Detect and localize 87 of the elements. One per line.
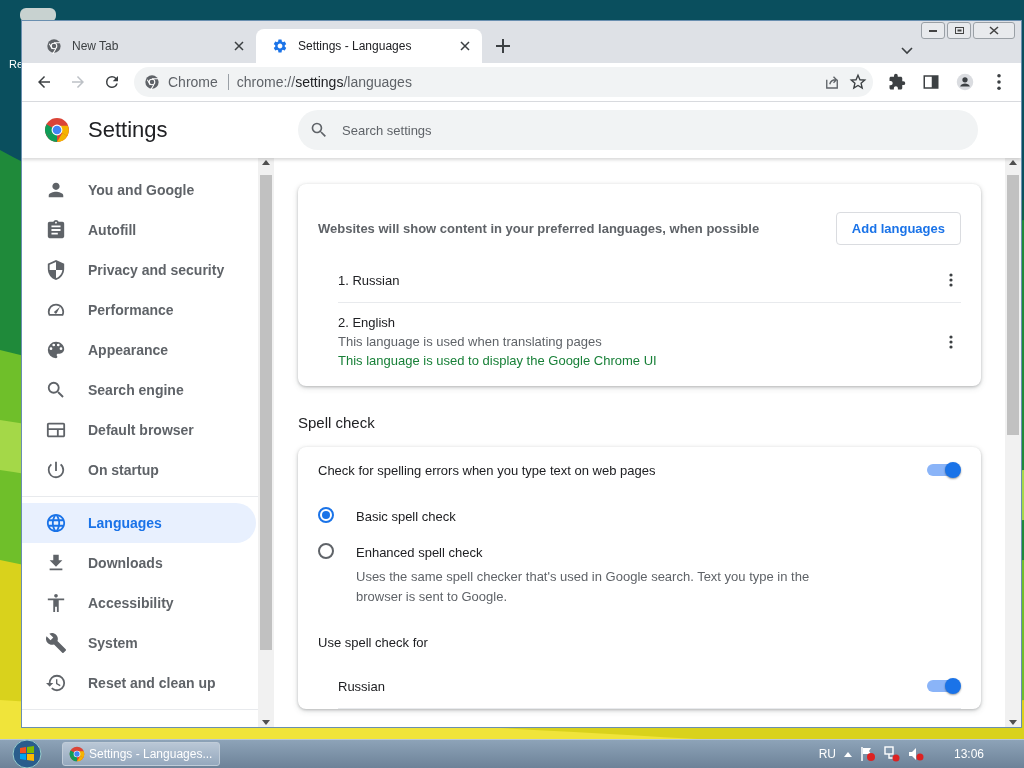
chrome-logo-icon — [69, 746, 85, 762]
scroll-up-icon[interactable] — [1009, 160, 1017, 165]
sidebar-item[interactable]: Privacy and security — [22, 250, 256, 290]
flag-icon[interactable] — [859, 746, 876, 762]
radio-button[interactable] — [318, 543, 334, 559]
maximize-icon — [952, 25, 966, 36]
chrome-logo-icon — [44, 117, 70, 143]
option-label: Basic spell check — [356, 508, 457, 526]
radio-button[interactable] — [318, 507, 334, 523]
search-icon — [46, 380, 66, 400]
accessibility-icon — [46, 593, 66, 613]
setting-label: Check for spelling errors when you type text on web pages — [318, 462, 657, 478]
clipboard-icon — [46, 220, 66, 240]
subsection-heading: Use spell check for — [317, 634, 429, 652]
menu-icon — [997, 74, 1001, 90]
close-button[interactable] — [973, 22, 1015, 39]
palette-icon — [46, 340, 66, 360]
sidebar-item[interactable]: You and Google — [22, 170, 256, 210]
caret-icon[interactable] — [901, 47, 913, 55]
maximize-button[interactable] — [947, 22, 971, 39]
chrome-logo-icon — [46, 38, 62, 54]
sidebar-item[interactable]: Reset and clean up — [22, 663, 256, 703]
power-icon — [46, 460, 66, 480]
toggle-switch[interactable] — [927, 676, 961, 696]
speaker-icon[interactable] — [907, 746, 924, 762]
sidebar-item[interactable]: System — [22, 623, 256, 663]
language-indicator[interactable]: RU — [818, 747, 836, 761]
scrollbar-thumb[interactable] — [260, 175, 272, 650]
language-name: Russian — [338, 678, 386, 694]
extensions-icon — [888, 73, 906, 91]
scroll-down-icon[interactable] — [262, 720, 270, 725]
reload-icon — [103, 73, 121, 91]
globe-icon — [46, 513, 66, 533]
add-languages-button[interactable]: Add languages — [835, 211, 961, 245]
scroll-up-icon[interactable] — [262, 160, 270, 165]
more-options-icon[interactable] — [949, 273, 953, 287]
star-icon[interactable] — [849, 73, 867, 91]
new-tab-icon[interactable] — [496, 39, 510, 53]
more-options-icon[interactable] — [949, 334, 953, 349]
sidebar-item[interactable]: Autofill — [22, 210, 256, 250]
chrome-logo-icon — [144, 74, 160, 90]
minimize-button[interactable] — [921, 22, 945, 39]
url-text: chrome://settings/languages — [236, 74, 413, 90]
scrollbar[interactable] — [1005, 158, 1021, 727]
clock[interactable]: 13:06 — [953, 747, 984, 761]
language-note: This language is used to display the Google Chrome UI — [338, 353, 658, 368]
sidebar-item[interactable]: Languages — [22, 503, 256, 543]
toggle-switch[interactable] — [927, 460, 961, 480]
wrench-icon — [46, 633, 66, 653]
browser-tab[interactable]: New Tab — [30, 29, 256, 63]
scroll-down-icon[interactable] — [1009, 720, 1017, 725]
profile-icon — [956, 73, 974, 91]
browser-tab[interactable]: Settings - Languages — [256, 29, 482, 63]
close-icon[interactable] — [460, 41, 470, 51]
section-heading: Spell check — [298, 414, 376, 431]
history-icon — [46, 673, 66, 693]
option-description: Uses the same spell checker that's used in Google search. Text you type in the browser is sent to Google. — [356, 568, 811, 606]
browser-window-icon — [46, 420, 66, 440]
site-label: Chrome — [168, 74, 229, 90]
sidebar-item[interactable]: Default browser — [22, 410, 256, 450]
sidebar-item[interactable]: Downloads — [22, 543, 256, 583]
scrollbar[interactable] — [258, 158, 274, 727]
shield-icon — [46, 260, 66, 280]
address-bar[interactable]: Chrome chrome://settings/languages — [134, 67, 873, 97]
language-name: 1. Russian — [338, 272, 401, 288]
network-icon[interactable] — [883, 746, 900, 762]
sidebar-item[interactable]: On startup — [22, 450, 256, 490]
description-text: Websites will show content in your preferred languages, when possible — [318, 220, 761, 236]
sidebar-item[interactable]: Search engine — [22, 370, 256, 410]
minimize-icon — [929, 29, 937, 32]
close-icon[interactable] — [234, 41, 244, 51]
forward-arrow-icon — [69, 73, 87, 91]
start-button[interactable] — [12, 739, 42, 768]
language-name: 2. English — [338, 315, 397, 330]
language-note: This language is used when translating pages — [338, 334, 603, 349]
search-field[interactable]: Search settings — [298, 110, 978, 150]
sidebar-item[interactable]: Performance — [22, 290, 256, 330]
search-icon — [310, 121, 328, 139]
gear-icon — [272, 38, 288, 54]
close-icon — [987, 25, 1001, 36]
option-label: Enhanced spell check — [356, 544, 484, 562]
show-hidden-icons-icon[interactable] — [843, 751, 852, 757]
sidebar-item[interactable]: Appearance — [22, 330, 256, 370]
scrollbar-thumb[interactable] — [1007, 175, 1019, 435]
page-title: Settings — [88, 117, 168, 143]
person-icon — [46, 180, 66, 200]
sidebar-item[interactable]: Accessibility — [22, 583, 256, 623]
